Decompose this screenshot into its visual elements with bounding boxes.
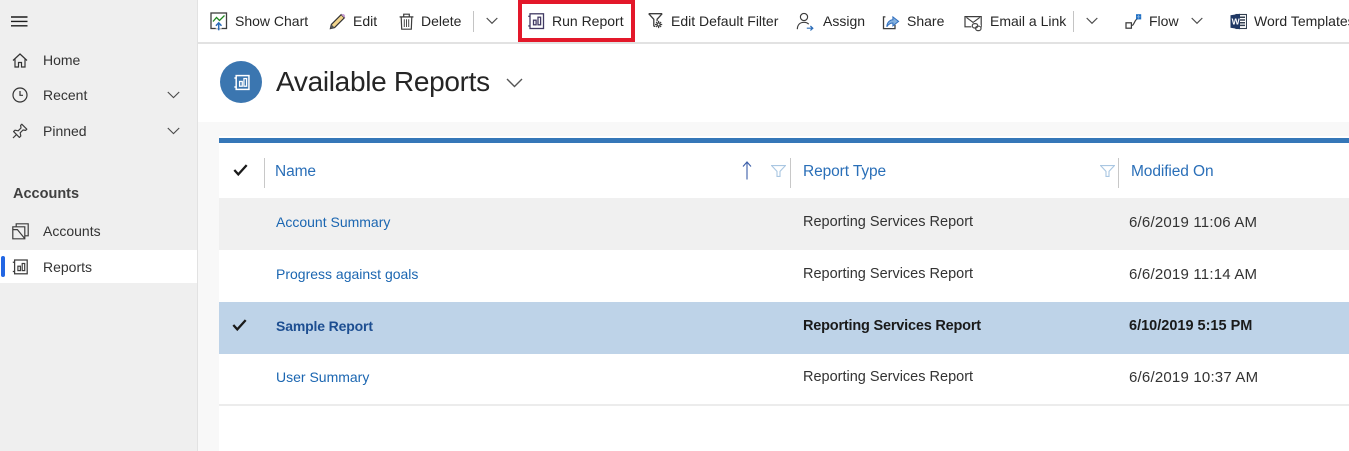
svg-text:W: W: [1232, 16, 1241, 26]
